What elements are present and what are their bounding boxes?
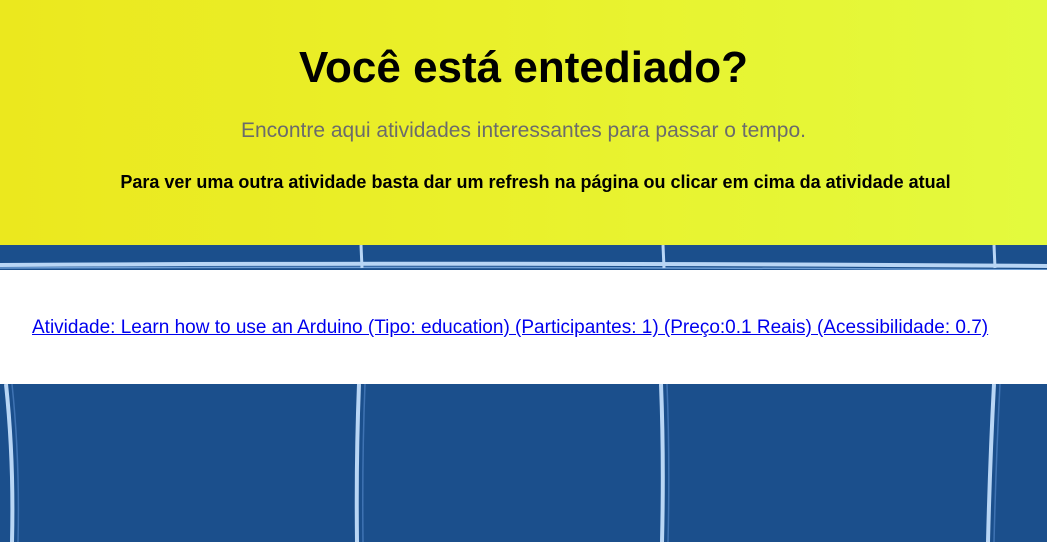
- activity-link[interactable]: Atividade: Learn how to use an Arduino (…: [32, 316, 988, 340]
- page-subtitle: Encontre aqui atividades interessantes p…: [240, 119, 806, 142]
- refresh-hint: Para ver uma outra atividade basta dar u…: [120, 172, 951, 192]
- hero-header: Você está entediado? Encontre aqui ativi…: [0, 0, 1047, 245]
- page-title: Você está entediado?: [298, 43, 749, 92]
